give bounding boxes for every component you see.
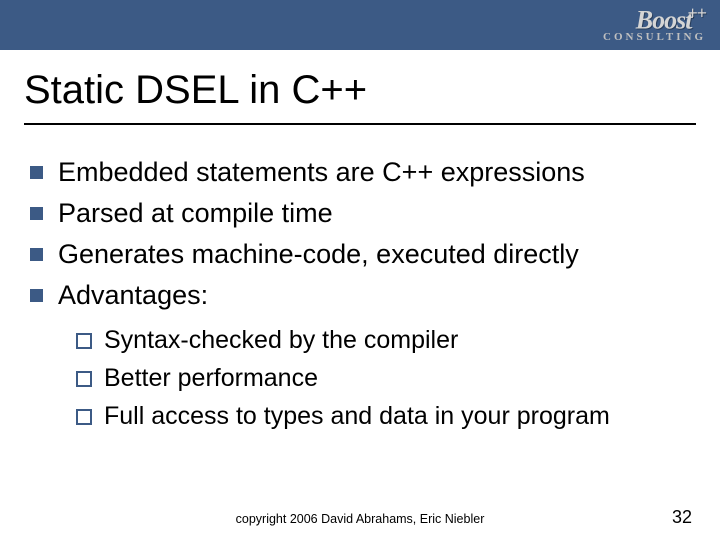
- footer-copyright: copyright 2006 David Abrahams, Eric Nieb…: [0, 512, 720, 526]
- title-rule: [24, 123, 696, 125]
- logo-text: Boost: [636, 6, 692, 35]
- list-item: Advantages: Syntax-checked by the compil…: [30, 276, 690, 434]
- page-number: 32: [672, 507, 692, 528]
- bullet-text: Parsed at compile time: [58, 198, 333, 228]
- logo: Boost++ CONSULTING: [603, 4, 706, 43]
- list-item: Parsed at compile time: [30, 194, 690, 233]
- bullet-text: Advantages:: [58, 280, 208, 310]
- list-item: Full access to types and data in your pr…: [76, 398, 690, 434]
- slide-content: Embedded statements are C++ expressions …: [0, 153, 720, 434]
- slide-title: Static DSEL in C++: [24, 68, 720, 113]
- list-item: Better performance: [76, 360, 690, 396]
- header-bar: Boost++ CONSULTING: [0, 0, 720, 50]
- bullet-list: Embedded statements are C++ expressions …: [30, 153, 690, 434]
- bullet-text: Embedded statements are C++ expressions: [58, 157, 585, 187]
- list-item: Embedded statements are C++ expressions: [30, 153, 690, 192]
- bullet-text: Better performance: [104, 364, 318, 392]
- logo-main: Boost++: [603, 4, 706, 34]
- bullet-text: Syntax-checked by the compiler: [104, 326, 458, 354]
- bullet-text: Full access to types and data in your pr…: [104, 402, 610, 430]
- sub-bullet-list: Syntax-checked by the compiler Better pe…: [76, 322, 690, 435]
- bullet-text: Generates machine-code, executed directl…: [58, 239, 579, 269]
- list-item: Generates machine-code, executed directl…: [30, 235, 690, 274]
- list-item: Syntax-checked by the compiler: [76, 322, 690, 358]
- logo-plus: ++: [687, 3, 706, 23]
